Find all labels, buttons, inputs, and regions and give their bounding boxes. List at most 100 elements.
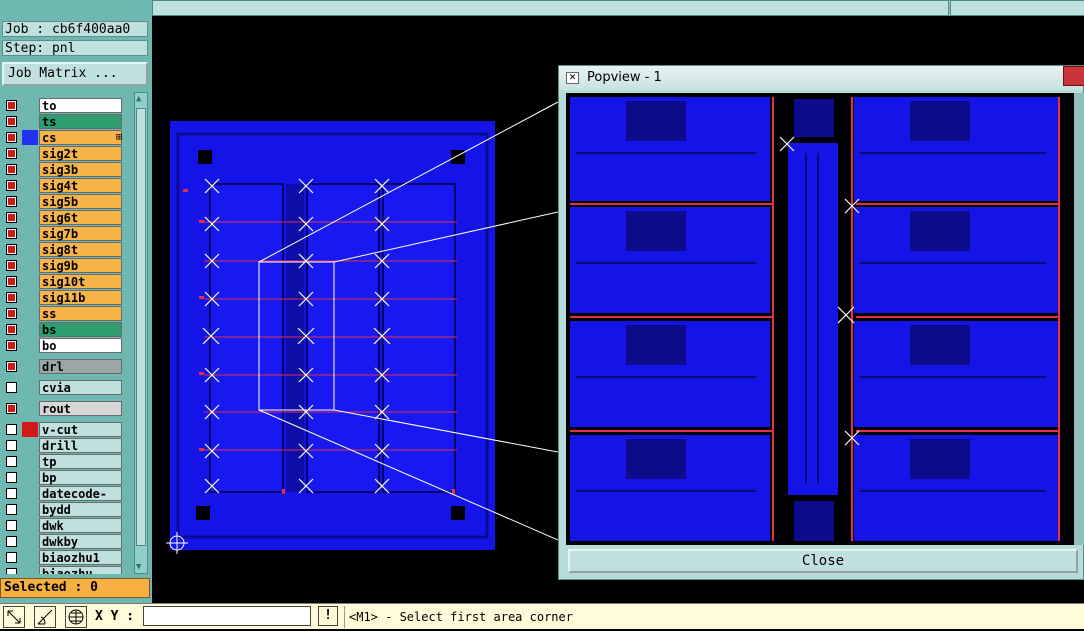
layer-row-bs[interactable]: bs	[2, 322, 124, 337]
layer-name[interactable]: sig10t	[39, 274, 122, 289]
layer-row-bo[interactable]: bo	[2, 338, 124, 353]
layer-visibility-checkbox[interactable]	[6, 260, 17, 271]
layer-visibility-checkbox[interactable]	[6, 276, 17, 287]
layer-name[interactable]: biaozhu1	[39, 550, 122, 565]
layer-row-to[interactable]: to	[2, 98, 124, 113]
layer-color-swatch[interactable]	[22, 210, 38, 225]
scroll-down-icon[interactable]: ▼	[136, 562, 141, 572]
layer-name[interactable]: sig7b	[39, 226, 122, 241]
layer-visibility-checkbox[interactable]	[6, 456, 17, 467]
layer-color-swatch[interactable]	[22, 274, 38, 289]
layer-visibility-checkbox[interactable]	[6, 361, 17, 372]
layer-color-swatch[interactable]	[22, 178, 38, 193]
layer-name[interactable]: rout	[39, 401, 122, 416]
layer-row-sig8t[interactable]: sig8t	[2, 242, 124, 257]
layer-row-biaozhu1[interactable]: biaozhu1	[2, 550, 124, 565]
layer-name[interactable]: drl	[39, 359, 122, 374]
layer-row-rout[interactable]: rout	[2, 401, 124, 416]
layer-visibility-checkbox[interactable]	[6, 212, 17, 223]
layer-name[interactable]: ts	[39, 114, 122, 129]
layer-visibility-checkbox[interactable]	[6, 180, 17, 191]
layer-row-datecode-to[interactable]: datecode-to	[2, 486, 124, 516]
layer-name[interactable]: sig5b	[39, 194, 122, 209]
layer-color-swatch[interactable]	[22, 146, 38, 161]
layer-visibility-checkbox[interactable]	[6, 403, 17, 414]
layer-row-sig3b[interactable]: sig3b	[2, 162, 124, 177]
layer-name[interactable]: v-cut	[39, 422, 122, 437]
layer-color-swatch[interactable]	[22, 486, 38, 501]
layer-visibility-checkbox[interactable]	[6, 132, 17, 143]
layer-color-swatch[interactable]	[22, 438, 38, 453]
layer-color-swatch[interactable]	[22, 518, 38, 533]
zoom-tool-icon[interactable]	[3, 606, 25, 628]
xy-input[interactable]	[143, 606, 311, 626]
layer-visibility-checkbox[interactable]	[6, 440, 17, 451]
layer-visibility-checkbox[interactable]	[6, 504, 17, 515]
layer-name[interactable]: sig11b	[39, 290, 122, 305]
layer-row-sig2t[interactable]: sig2t	[2, 146, 124, 161]
layer-name[interactable]: biaozhu	[39, 566, 122, 574]
popview-canvas[interactable]	[566, 93, 1074, 545]
layer-visibility-checkbox[interactable]	[6, 568, 17, 574]
layer-visibility-checkbox[interactable]	[6, 308, 17, 319]
layer-row-dwk[interactable]: dwk	[2, 518, 124, 533]
close-button[interactable]: Close	[568, 549, 1078, 573]
layer-row-ts[interactable]: ts	[2, 114, 124, 129]
measure-tool-icon[interactable]	[34, 606, 56, 628]
layer-row-biaozhu[interactable]: biaozhu	[2, 566, 124, 574]
layer-color-swatch[interactable]	[22, 242, 38, 257]
layer-visibility-checkbox[interactable]	[6, 148, 17, 159]
layer-color-swatch[interactable]	[22, 502, 38, 517]
layer-color-swatch[interactable]	[22, 380, 38, 395]
layer-color-swatch[interactable]	[22, 114, 38, 129]
layer-row-sig11b[interactable]: sig11b	[2, 290, 124, 305]
layer-name[interactable]: bp	[39, 470, 122, 485]
layer-row-bp[interactable]: bp	[2, 470, 124, 485]
job-matrix-button[interactable]: Job Matrix ...	[2, 62, 148, 86]
layer-name[interactable]: bo	[39, 338, 122, 353]
layer-color-swatch[interactable]	[22, 550, 38, 565]
warning-icon[interactable]: !	[318, 606, 338, 626]
layer-color-swatch[interactable]	[22, 306, 38, 321]
layer-row-sig4t[interactable]: sig4t	[2, 178, 124, 193]
layer-visibility-checkbox[interactable]	[6, 292, 17, 303]
layer-row-dwkby[interactable]: dwkby	[2, 534, 124, 549]
layer-color-swatch[interactable]	[22, 338, 38, 353]
layer-visibility-checkbox[interactable]	[6, 424, 17, 435]
layer-color-swatch[interactable]	[22, 359, 38, 374]
layer-visibility-checkbox[interactable]	[6, 488, 17, 499]
layer-color-swatch[interactable]	[22, 534, 38, 549]
layer-name[interactable]: sig9b	[39, 258, 122, 273]
layer-row-cvia[interactable]: cvia	[2, 380, 124, 395]
scroll-up-icon[interactable]: ▲	[136, 94, 141, 104]
layer-visibility-checkbox[interactable]	[6, 552, 17, 563]
popview-titlebar[interactable]: ✕ Popview - 1	[559, 66, 1084, 90]
layer-name[interactable]: sig6t	[39, 210, 122, 225]
graphic-canvas[interactable]	[152, 16, 558, 603]
layer-color-swatch[interactable]	[22, 290, 38, 305]
layer-color-swatch[interactable]	[22, 454, 38, 469]
layer-row-cs[interactable]: cs ⊞	[2, 130, 124, 145]
layer-name[interactable]: ss	[39, 306, 122, 321]
layer-row-sig7b[interactable]: sig7b	[2, 226, 124, 241]
top-bar-field[interactable]	[152, 0, 949, 16]
layer-name[interactable]: cs	[39, 130, 122, 145]
window-close-icon[interactable]	[1063, 66, 1084, 86]
layer-color-swatch[interactable]	[22, 422, 38, 437]
layer-color-swatch[interactable]	[22, 162, 38, 177]
layer-name[interactable]: dwk	[39, 518, 122, 533]
layer-row-sig9b[interactable]: sig9b	[2, 258, 124, 273]
layer-name[interactable]: datecode-to	[39, 486, 122, 516]
layer-visibility-checkbox[interactable]	[6, 100, 17, 111]
layer-row-tp[interactable]: tp	[2, 454, 124, 469]
layer-row-sig10t[interactable]: sig10t	[2, 274, 124, 289]
layer-color-swatch[interactable]	[22, 470, 38, 485]
layer-visibility-checkbox[interactable]	[6, 520, 17, 531]
layer-color-swatch[interactable]	[22, 258, 38, 273]
layer-visibility-checkbox[interactable]	[6, 472, 17, 483]
layer-row-sig6t[interactable]: sig6t	[2, 210, 124, 225]
layer-row-sig5b[interactable]: sig5b	[2, 194, 124, 209]
layer-visibility-checkbox[interactable]	[6, 536, 17, 547]
layer-name[interactable]: bydd	[39, 502, 122, 517]
layer-row-bydd[interactable]: bydd	[2, 502, 124, 517]
